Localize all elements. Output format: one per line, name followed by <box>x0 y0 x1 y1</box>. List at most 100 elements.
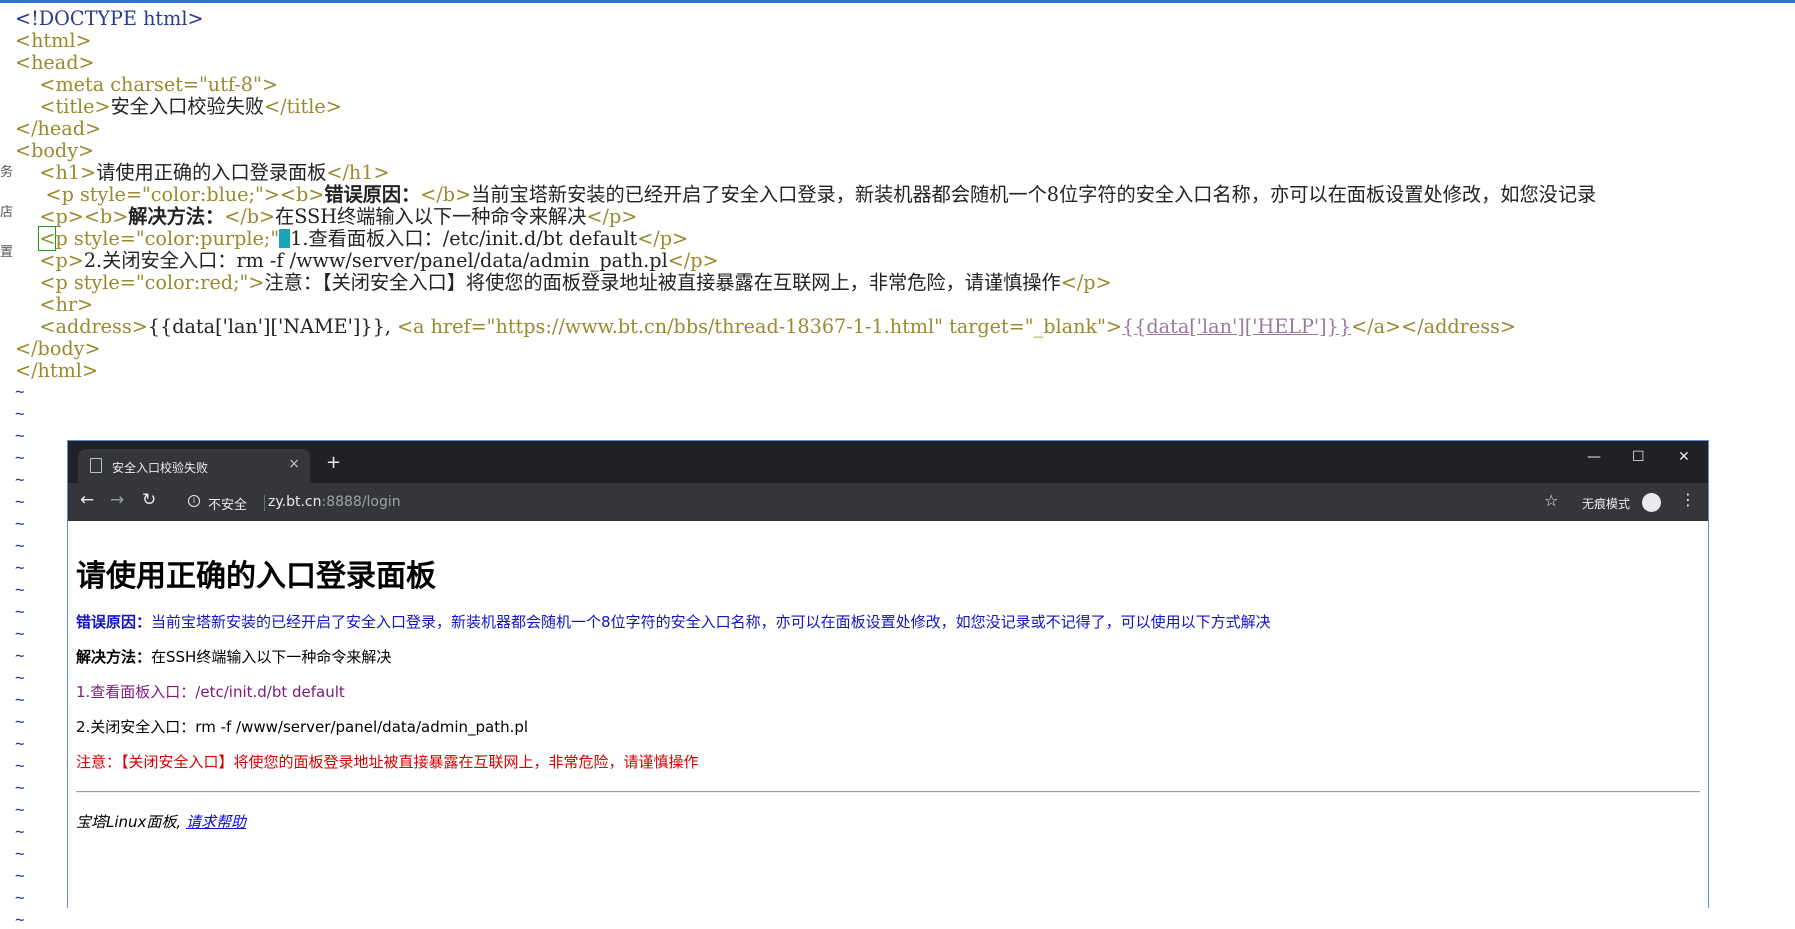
code-line-body-open: <body> <box>15 140 94 162</box>
address-name: 宝塔Linux面板, <box>76 813 182 831</box>
tilde-marker: ~ <box>15 778 25 797</box>
p2-text-token: 在SSH终端输入以下一种命令来解决 <box>275 205 587 228</box>
tab-strip: 安全入口校验失败 × + — ☐ ✕ <box>68 441 1708 483</box>
address-close-token: </address> <box>1401 315 1516 338</box>
tab-active[interactable]: 安全入口校验失败 × <box>78 449 310 483</box>
new-tab-button[interactable]: + <box>326 452 341 473</box>
tilde-marker: ~ <box>15 822 25 841</box>
p-close-token: </p> <box>637 227 689 250</box>
tilde-marker: ~ <box>15 426 25 445</box>
code-line-html-close: </html> <box>15 360 98 382</box>
address-open-token: <address> <box>39 315 148 338</box>
p-close-token: </p> <box>1060 271 1112 294</box>
code-line-p-cmd2: <p>2.关闭安全入口：rm -f /www/server/panel/data… <box>15 249 718 272</box>
maximize-button[interactable]: ☐ <box>1632 449 1645 465</box>
horizontal-rule <box>76 791 1700 793</box>
tilde-marker: ~ <box>15 624 25 643</box>
tilde-marker: ~ <box>15 646 25 665</box>
left-gutter: 务 店 置 <box>0 153 14 273</box>
minimize-button[interactable]: — <box>1587 449 1601 465</box>
title-close-token: </title> <box>264 95 342 118</box>
tab-close-icon[interactable]: × <box>288 456 300 472</box>
address-separator <box>264 495 265 511</box>
tilde-marker: ~ <box>15 448 25 467</box>
tilde-marker: ~ <box>15 470 25 489</box>
p1-text-token: 当前宝塔新安装的已经开启了安全入口登录，新装机器都会随机一个8位字符的安全入口名… <box>471 183 1597 206</box>
code-line-p-blue: <p style="color:blue;"><b>错误原因：</b>当前宝塔新… <box>15 183 1597 206</box>
back-button[interactable]: ← <box>80 490 94 510</box>
error-paragraph: 错误原因：当前宝塔新安装的已经开启了安全入口登录，新装机器都会随机一个8位字符的… <box>76 611 1271 632</box>
code-line-title: <title>安全入口校验失败</title> <box>15 95 342 118</box>
p-open-token: <p> <box>39 249 84 272</box>
insecure-label[interactable]: 不安全 <box>208 494 247 513</box>
url-rest: :8888/login <box>321 494 401 510</box>
tilde-marker: ~ <box>15 382 25 401</box>
code-line-html-open: <html> <box>15 30 92 52</box>
hr-token: <hr> <box>39 293 94 316</box>
tilde-marker: ~ <box>15 910 25 929</box>
gutter-char: 置 <box>0 245 14 260</box>
b-open-token: <b> <box>279 183 325 206</box>
url-host: zy.bt.cn <box>268 494 322 510</box>
html-open-token: <html> <box>15 29 92 52</box>
caret-bracket: < <box>38 226 57 251</box>
info-icon[interactable]: i <box>188 495 200 507</box>
gutter-char: 务 <box>0 165 14 180</box>
code-line-meta: <meta charset="utf-8"> <box>15 74 278 96</box>
meta-token: <meta charset="utf-8"> <box>39 73 278 96</box>
tilde-marker: ~ <box>15 492 25 511</box>
code-line-head-open: <head> <box>15 52 95 74</box>
incognito-icon[interactable] <box>1642 493 1661 512</box>
gutter-char: 店 <box>0 205 14 220</box>
error-text: 当前宝塔新安装的已经开启了安全入口登录，新装机器都会随机一个8位字符的安全入口名… <box>151 613 1271 631</box>
tilde-marker: ~ <box>15 602 25 621</box>
tilde-marker: ~ <box>15 844 25 863</box>
forward-button[interactable]: → <box>110 490 124 510</box>
browser-window[interactable]: 安全入口校验失败 × + — ☐ ✕ ← → ↻ i 不安全 zy.bt.cn:… <box>67 440 1709 908</box>
tilde-marker: ~ <box>15 558 25 577</box>
tilde-marker: ~ <box>15 734 25 753</box>
tilde-marker: ~ <box>15 404 25 423</box>
p4-text-token: 2.关闭安全入口：rm -f /www/server/panel/data/ad… <box>83 249 668 272</box>
tilde-marker: ~ <box>15 668 25 687</box>
code-line-address: <address>{{data['lan']['NAME']}}, <a hre… <box>15 316 1516 338</box>
tilde-marker: ~ <box>15 580 25 599</box>
code-line-body-close: </body> <box>15 338 101 360</box>
bookmark-star-icon[interactable]: ☆ <box>1544 491 1558 510</box>
h1-open-token: <h1> <box>39 161 97 184</box>
h1-text-token: 请使用正确的入口登录面板 <box>96 161 327 184</box>
head-open-token: <head> <box>15 51 95 74</box>
title-open-token: <title> <box>39 95 111 118</box>
body-close-token: </body> <box>15 337 101 360</box>
solution-paragraph: 解决方法：在SSH终端输入以下一种命令来解决 <box>76 646 391 667</box>
tilde-marker: ~ <box>15 690 25 709</box>
p-purple-head-token: p style="color:purple;" <box>55 227 280 250</box>
tilde-marker: ~ <box>15 756 25 775</box>
address-block: 宝塔Linux面板, 请求帮助 <box>76 811 246 832</box>
code-line-hr: <hr> <box>15 294 93 316</box>
p5-text-token: 注意：【关闭安全入口】将使您的面板登录地址被直接暴露在互联网上，非常危险，请谨慎… <box>264 271 1061 294</box>
doctype-token: <!DOCTYPE html> <box>15 7 204 30</box>
tilde-marker: ~ <box>15 888 25 907</box>
html-close-token: </html> <box>15 359 99 382</box>
h1-close-token: </h1> <box>326 161 390 184</box>
page-heading: 请使用正确的入口登录面板 <box>76 559 436 594</box>
menu-icon[interactable]: ⋮ <box>1680 490 1696 509</box>
p-red-open-token: <p style="color:red;"> <box>39 271 265 294</box>
code-line-p-red: <p style="color:red;">注意：【关闭安全入口】将使您的面板登… <box>15 271 1112 294</box>
code-line-head-close: </head> <box>15 118 101 140</box>
b-close-token: </b> <box>224 205 276 228</box>
reload-button[interactable]: ↻ <box>142 490 156 510</box>
p-blue-open-token: <p style="color:blue;"> <box>45 183 280 206</box>
title-text-token: 安全入口校验失败 <box>110 95 265 118</box>
tilde-marker: ~ <box>15 712 25 731</box>
head-close-token: </head> <box>15 117 102 140</box>
p-open-token: <p> <box>39 205 84 228</box>
url-text[interactable]: zy.bt.cn:8888/login <box>268 494 401 510</box>
incognito-label[interactable]: 无痕模式 <box>1582 495 1630 512</box>
cmd1-paragraph: 1.查看面板入口：/etc/init.d/bt default <box>76 683 345 701</box>
a-text-token: {{data['lan']['HELP']}} <box>1121 315 1352 338</box>
window-close-button[interactable]: ✕ <box>1678 449 1690 465</box>
b2-text-token: 解决方法： <box>128 205 225 228</box>
help-link[interactable]: 请求帮助 <box>186 813 246 831</box>
